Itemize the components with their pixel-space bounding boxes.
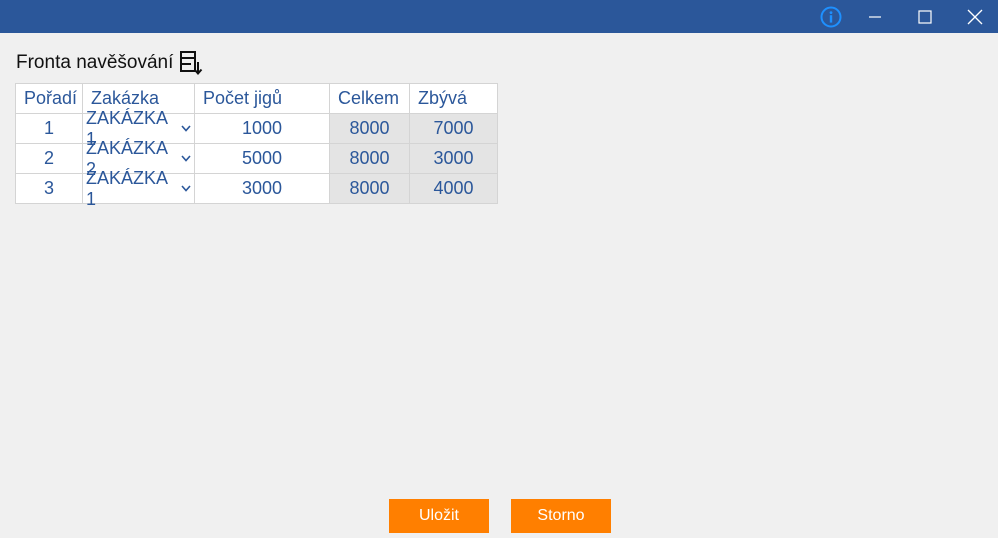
total-cell: 8000	[329, 113, 410, 144]
column-header-remaining: Zbývá	[409, 83, 498, 114]
save-button[interactable]: Uložit	[389, 499, 489, 533]
remaining-cell: 4000	[409, 173, 498, 204]
row-order: 2	[15, 143, 83, 174]
chevron-down-icon	[181, 125, 191, 132]
page-heading: Fronta navěšování	[16, 50, 203, 76]
minimize-icon[interactable]	[852, 0, 898, 33]
title-bar	[0, 0, 998, 33]
queue-table: Pořadí Zakázka Počet jigů Celkem Zbývá 1…	[15, 83, 498, 209]
table-row: 3 ZAKÁZKA 1 3000 8000 4000	[15, 168, 498, 209]
info-icon[interactable]	[808, 0, 854, 33]
column-header-order: Pořadí	[15, 83, 83, 114]
row-order: 3	[15, 173, 83, 204]
column-header-count: Počet jigů	[194, 83, 330, 114]
job-select-value: ZAKÁZKA 1	[86, 167, 168, 209]
remaining-cell: 3000	[409, 143, 498, 174]
chevron-down-icon	[181, 185, 191, 192]
close-icon[interactable]	[952, 0, 998, 33]
queue-download-icon[interactable]	[179, 50, 203, 76]
cancel-button[interactable]: Storno	[511, 499, 611, 533]
maximize-icon[interactable]	[902, 0, 948, 33]
remaining-cell: 7000	[409, 113, 498, 144]
job-select[interactable]: ZAKÁZKA 1	[82, 168, 195, 209]
column-header-total: Celkem	[329, 83, 410, 114]
count-field[interactable]: 3000	[194, 173, 330, 204]
row-order: 1	[15, 113, 83, 144]
total-cell: 8000	[329, 143, 410, 174]
total-cell: 8000	[329, 173, 410, 204]
page-title: Fronta navěšování	[16, 52, 174, 73]
count-field[interactable]: 5000	[194, 143, 330, 174]
count-field[interactable]: 1000	[194, 113, 330, 144]
chevron-down-icon	[181, 155, 191, 162]
